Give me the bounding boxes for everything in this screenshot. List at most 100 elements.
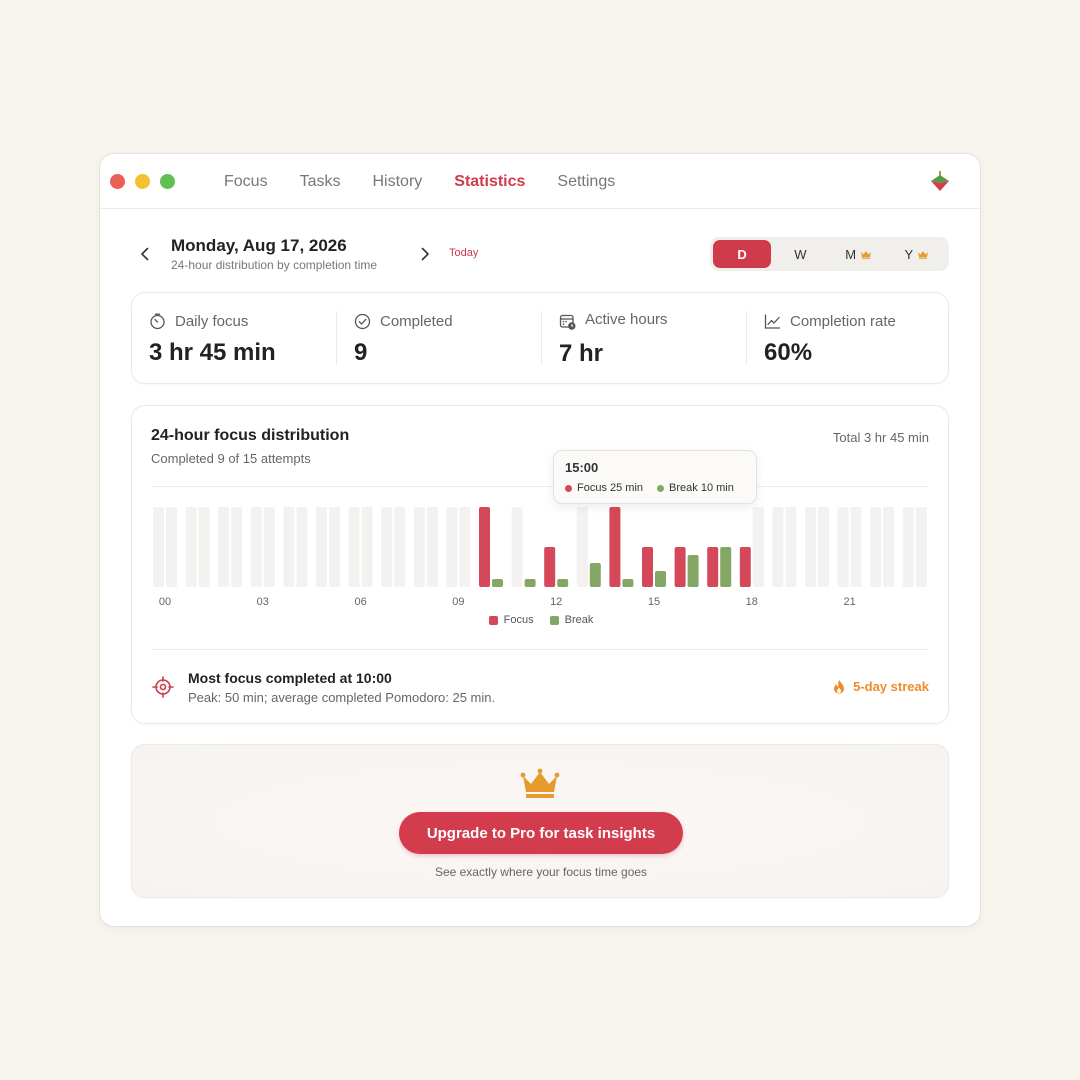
period-day-label: D [737,246,747,262]
break-bar-empty-19 [785,507,797,587]
flame-icon [834,679,845,694]
stat-label: Completion rate [790,313,896,330]
target-icon [152,676,174,698]
focus-bar-empty-00 [153,507,164,587]
nav-tab-tasks[interactable]: Tasks [300,173,341,191]
break-bar-empty-07 [394,507,406,587]
focus-bar-16 [674,547,686,587]
stat-label: Daily focus [175,313,249,330]
crown-icon [861,250,872,259]
divider [151,649,929,650]
break-bar-empty-23 [915,507,927,587]
break-bar-empty-03 [263,507,275,587]
crown-icon [918,250,929,259]
close-window-button[interactable] [110,174,125,189]
legend-item-focus: Focus [488,614,534,626]
break-bar-13 [589,563,601,587]
break-bar-empty-05 [329,507,340,587]
focus-bar-12 [544,547,556,587]
focus-bar-18 [739,547,751,587]
stat-completed: Completed 9 [336,293,524,385]
nav-tab-history[interactable]: History [372,173,422,191]
break-bar-16 [687,555,699,587]
break-bar-empty-18 [752,507,764,587]
focus-distribution-chart: 00 03 06 09 12 15 18 21 [153,507,927,608]
legend-label: Break [564,614,594,626]
focus-bar-15 [642,547,653,587]
period-week-button[interactable]: W [771,240,829,268]
insight-title: Most focus completed at 10:00 [188,670,392,686]
focus-bar-empty-22 [870,507,882,587]
stat-label: Completed [380,313,453,330]
break-bar-12 [557,579,569,587]
focus-bar-empty-05 [316,507,327,587]
period-year-label: Y [904,246,914,262]
x-tick-label: 18 [746,596,758,608]
break-bar-empty-04 [296,507,308,587]
stat-value: 60% [764,339,813,366]
chart-tooltip: 15:00 Focus 25 min Break 10 min [553,450,757,504]
nav-tab-settings[interactable]: Settings [557,173,615,191]
nav-tab-statistics[interactable]: Statistics [454,173,525,191]
today-button[interactable]: Today [449,247,478,259]
period-month-button[interactable]: M [830,240,888,268]
period-day-button[interactable]: D [713,240,772,268]
focus-bar-empty-20 [805,507,816,587]
legend-swatch [549,615,559,625]
x-tick-label: 21 [843,596,855,608]
x-tick-label: 06 [354,596,366,608]
focus-bar-10 [479,507,490,587]
break-dot [657,484,665,492]
break-bar-empty-09 [459,507,471,587]
break-bar-15 [655,571,666,587]
stat-completion-rate: Completion rate 60% [746,293,934,385]
stat-label: Active hours [585,311,668,328]
check-circle-icon [354,313,371,330]
chevron-left-icon[interactable] [136,245,154,263]
zoom-window-button[interactable] [160,174,175,189]
x-tick-label: 12 [550,596,562,608]
period-month-label: M [845,246,857,262]
main-nav: Focus Tasks History Statistics Settings [224,154,647,209]
period-selector: D W M Y [710,237,949,271]
focus-bar-empty-04 [283,507,295,587]
break-bar-empty-02 [231,507,243,587]
break-bar-empty-22 [883,507,895,587]
stat-active-hours: Active hours 7 hr [541,293,729,385]
break-bar-empty-06 [361,507,373,587]
focus-bar-empty-21 [837,507,849,587]
stat-daily-focus: Daily focus 3 hr 45 min [149,293,319,385]
minimize-window-button[interactable] [135,174,150,189]
focus-bar-empty-02 [218,507,230,587]
focus-bar-empty-09 [446,507,458,587]
period-year-button[interactable]: Y [888,240,946,268]
trend-chart-icon [764,314,781,329]
stat-value: 7 hr [559,340,604,367]
streak-label: 5-day streak [853,679,929,694]
focus-bar-empty-23 [902,507,914,587]
streak-badge: 5-day streak [833,679,929,694]
tooltip-time: 15:00 [565,460,599,475]
stat-value: 3 hr 45 min [149,339,276,366]
focus-dot [565,484,572,492]
app-logo-icon [931,171,949,191]
break-bar-empty-00 [166,507,177,587]
calendar-clock-icon [559,314,576,330]
insight-subtitle: Peak: 50 min; average completed Pomodoro… [188,690,496,705]
app-window: Focus Tasks History Statistics Settings … [100,154,980,926]
x-tick-label: 09 [452,596,464,608]
focus-bar-empty-13 [576,507,588,587]
upgrade-pro-button[interactable]: Upgrade to Pro for task insights [399,812,683,854]
break-bar-10 [492,579,503,587]
break-bar-empty-21 [850,507,862,587]
stat-value: 9 [354,339,368,366]
nav-tab-focus[interactable]: Focus [224,173,268,191]
chevron-right-icon[interactable] [416,245,434,263]
x-tick-label: 00 [159,596,171,608]
date-title: Monday, Aug 17, 2026 [171,236,347,255]
upgrade-card: Upgrade to Pro for task insights See exa… [131,744,949,898]
chart-legend: Focus Break [132,614,950,626]
focus-bar-empty-19 [772,507,784,587]
tooltip-values: Focus 25 min Break 10 min [565,482,734,494]
break-bar-empty-08 [426,507,438,587]
